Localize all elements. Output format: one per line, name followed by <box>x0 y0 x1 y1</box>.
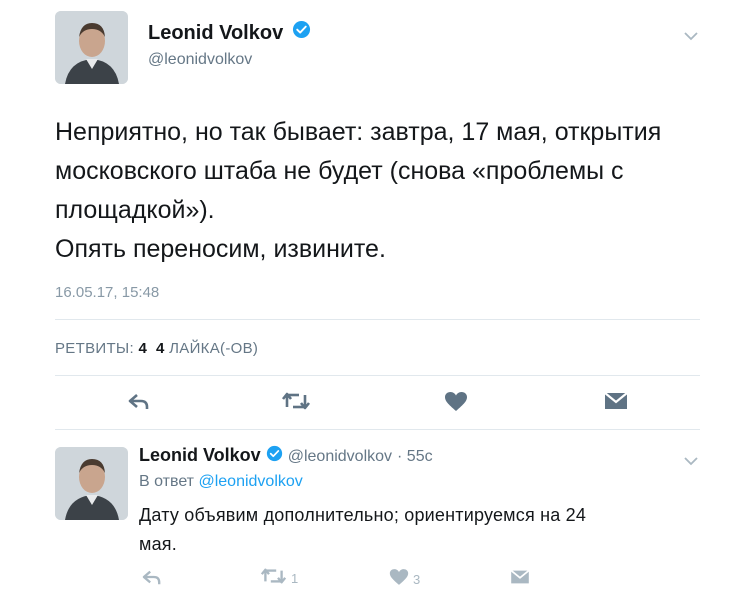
in-reply-handle-link[interactable]: @leonidvolkov <box>198 473 302 490</box>
author-name-text[interactable]: Leonid Volkov <box>148 22 283 44</box>
tweet-stats: РЕТВИТЫ: 4 4 ЛАЙКА(-ОВ) <box>55 340 258 357</box>
retweets-label[interactable]: РЕТВИТЫ: <box>55 340 134 357</box>
tweet-timestamp[interactable]: 16.05.17, 15:48 <box>55 284 159 301</box>
reply-reply-icon[interactable] <box>141 568 163 591</box>
likes-count[interactable]: 4 <box>156 340 165 357</box>
direct-message-icon[interactable] <box>604 391 628 416</box>
reply-text: Дату объявим дополнительно; ориентируемс… <box>139 501 699 559</box>
reply-avatar[interactable] <box>55 447 128 520</box>
chevron-down-icon[interactable] <box>683 453 699 471</box>
tweet-text: Неприятно, но так бывает: завтра, 17 мая… <box>55 113 735 269</box>
reply-text-line: Дату объявим дополнительно; ориентируемс… <box>139 505 587 525</box>
retweet-icon[interactable] <box>281 391 311 416</box>
reply-like-button[interactable]: 3 <box>389 568 420 591</box>
tweet-text-line: Опять переносим, извините. <box>55 235 386 263</box>
tweet-text-line: площадкой»). <box>55 196 215 224</box>
reply-like-count: 3 <box>413 572 421 587</box>
tweet-text-line: Неприятно, но так бывает: завтра, 17 мая… <box>55 118 662 146</box>
reply-text-line: мая. <box>139 534 177 554</box>
reply-retweet-count: 1 <box>291 571 299 586</box>
likes-label[interactable]: ЛАЙКА(-ОВ) <box>169 340 258 357</box>
like-icon[interactable] <box>444 391 468 417</box>
divider <box>55 319 700 320</box>
divider <box>55 375 700 376</box>
avatar[interactable] <box>55 11 128 84</box>
direct-message-icon[interactable] <box>510 569 530 590</box>
chevron-down-icon[interactable] <box>683 28 699 46</box>
like-icon[interactable] <box>389 568 409 591</box>
tweet-text-line: московского штаба не будет (снова «пробл… <box>55 157 624 185</box>
reply-retweet-button[interactable]: 1 <box>260 567 298 590</box>
reply-author-name[interactable]: Leonid Volkov <box>139 445 261 465</box>
in-reply-to: В ответ @leonidvolkov <box>139 473 303 491</box>
author-name[interactable]: Leonid Volkov <box>148 21 311 45</box>
author-handle[interactable]: @leonidvolkov <box>148 51 252 69</box>
in-reply-prefix: В ответ <box>139 473 195 490</box>
verified-badge-icon <box>266 445 283 467</box>
divider <box>55 429 700 430</box>
reply-author-handle[interactable]: @leonidvolkov <box>288 448 392 465</box>
reply-icon[interactable] <box>127 391 151 416</box>
retweet-icon[interactable] <box>260 567 287 590</box>
verified-badge-icon <box>289 21 311 45</box>
retweets-count[interactable]: 4 <box>138 340 147 357</box>
reply-time[interactable]: · 55c <box>397 448 433 465</box>
reply-header: Leonid Volkov @leonidvolkov · 55c <box>139 445 433 467</box>
